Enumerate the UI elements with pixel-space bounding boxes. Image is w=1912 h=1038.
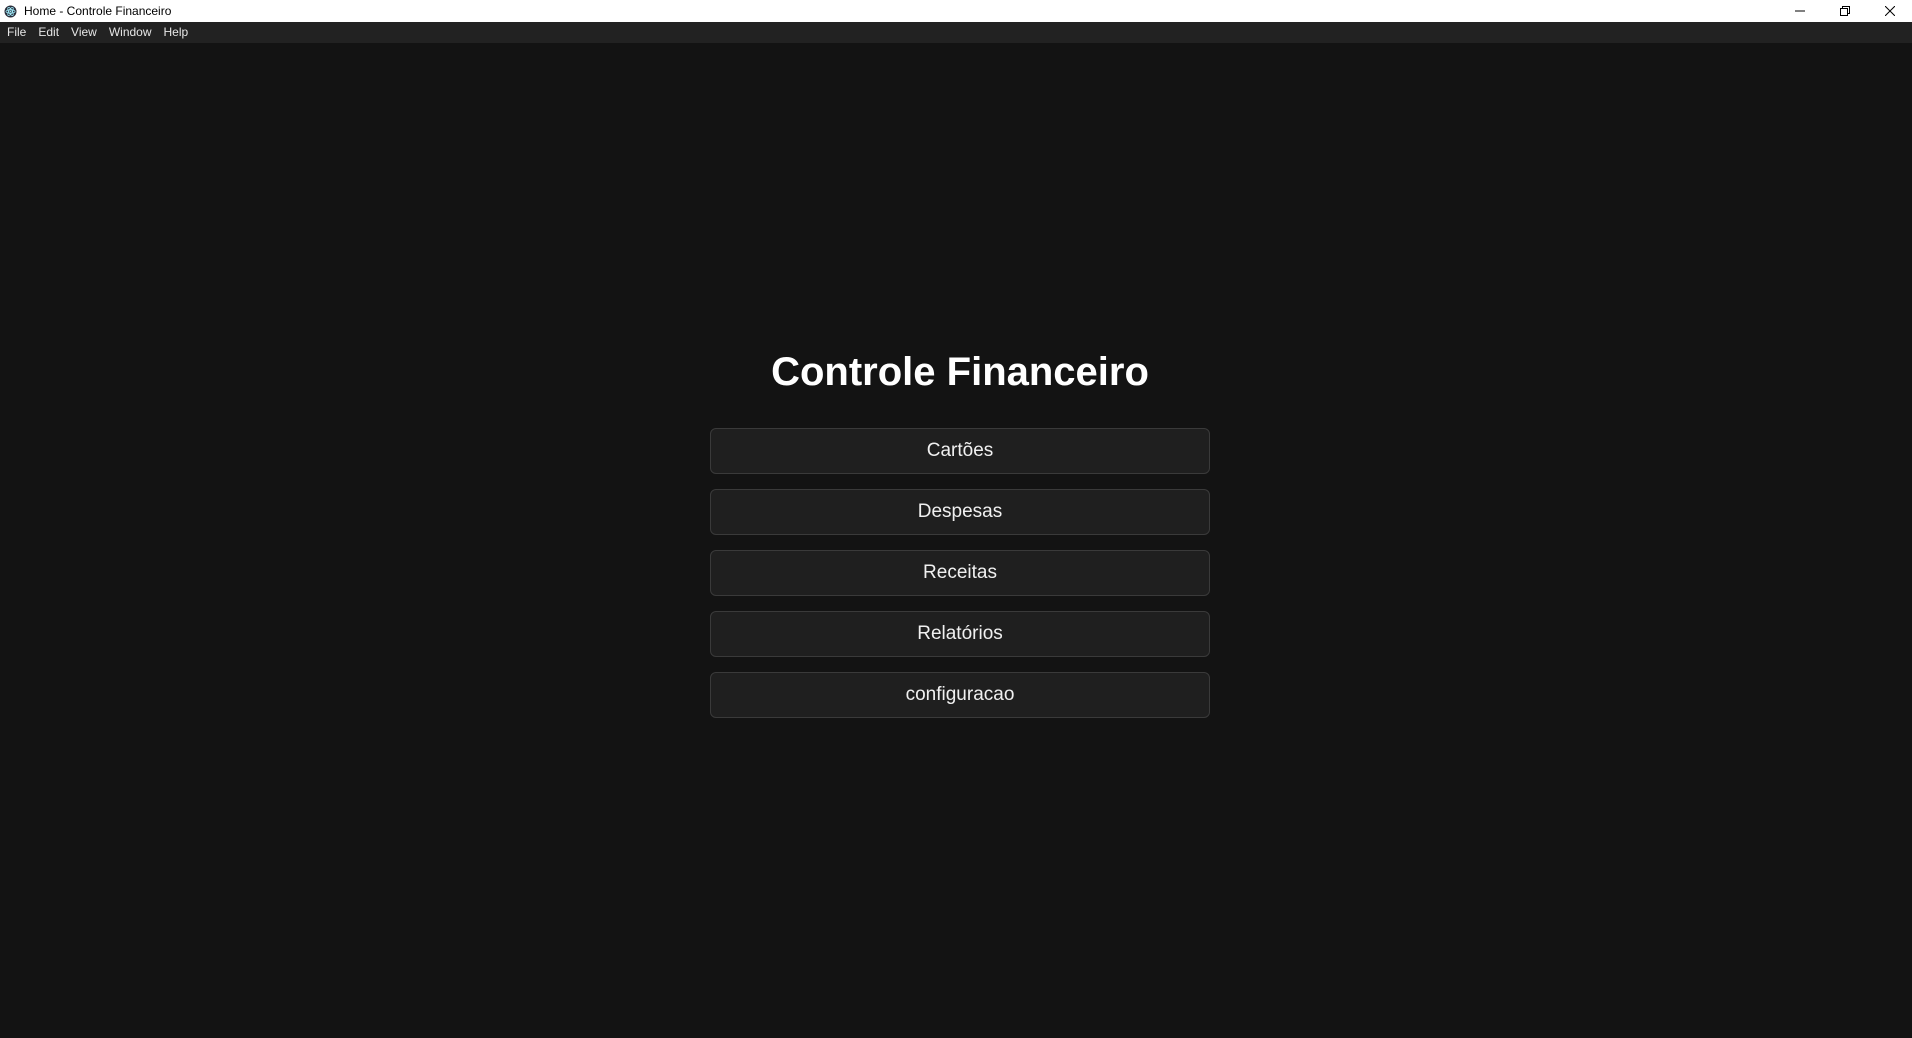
nav-button-list: Cartões Despesas Receitas Relatórios con… — [710, 428, 1210, 733]
minimize-icon — [1794, 10, 1805, 12]
title-bar[interactable]: Home - Controle Financeiro — [0, 0, 1912, 22]
minimize-button[interactable] — [1777, 0, 1822, 22]
menu-file[interactable]: File — [1, 22, 32, 43]
close-button[interactable] — [1867, 0, 1912, 22]
restore-icon — [1839, 6, 1850, 16]
app-window: Home - Controle Financeiro File Edit Vie… — [0, 0, 1912, 1038]
menu-view[interactable]: View — [65, 22, 103, 43]
restore-button[interactable] — [1822, 0, 1867, 22]
despesas-button[interactable]: Despesas — [710, 489, 1210, 535]
window-title: Home - Controle Financeiro — [24, 4, 172, 18]
page-title: Controle Financeiro — [771, 350, 1149, 394]
configuracao-button[interactable]: configuracao — [710, 672, 1210, 718]
relatorios-button[interactable]: Relatórios — [710, 611, 1210, 657]
window-controls — [1777, 0, 1912, 22]
close-icon — [1884, 6, 1895, 16]
electron-atom-icon — [3, 4, 18, 19]
receitas-button[interactable]: Receitas — [710, 550, 1210, 596]
home-content: Controle Financeiro Cartões Despesas Rec… — [0, 43, 1912, 1038]
menu-bar: File Edit View Window Help — [0, 22, 1912, 43]
menu-window[interactable]: Window — [103, 22, 158, 43]
menu-edit[interactable]: Edit — [32, 22, 65, 43]
menu-help[interactable]: Help — [158, 22, 195, 43]
cartoes-button[interactable]: Cartões — [710, 428, 1210, 474]
